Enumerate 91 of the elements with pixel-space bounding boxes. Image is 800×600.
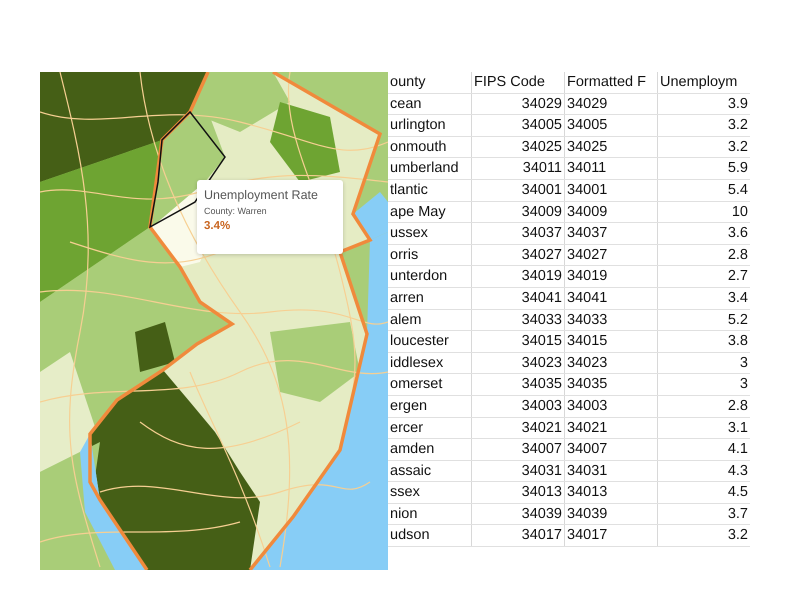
- table-cell: 34013: [565, 482, 658, 503]
- table-cell: arren: [388, 288, 472, 309]
- table-cell-text: 10: [730, 202, 749, 222]
- table-cell: ussex: [388, 223, 472, 244]
- table-cell-text: 4.3: [726, 462, 749, 481]
- table-cell: ercer: [388, 418, 472, 438]
- table-cell: loucester: [388, 331, 472, 352]
- table-cell: 34035: [472, 374, 565, 395]
- table-cell: ape May: [388, 202, 472, 222]
- tooltip-value: 3.4%: [204, 220, 232, 232]
- table-cell: 34029: [472, 94, 565, 114]
- table-cell: onmouth: [388, 136, 472, 158]
- table-cell: 34033: [472, 310, 565, 330]
- table-cell: 34037: [472, 223, 565, 244]
- table-cell: 34041: [472, 288, 565, 309]
- table-cell: cean: [388, 94, 472, 114]
- table-cell-text: 5.9: [726, 159, 749, 178]
- table-cell: nion: [388, 504, 472, 524]
- table-cell: 34023: [565, 352, 658, 374]
- table-cell-text: 4.5: [726, 483, 749, 502]
- table-cell: 34003: [472, 396, 565, 416]
- table-cell: orris: [388, 244, 472, 266]
- table-cell-text: 3.9: [726, 94, 749, 114]
- table-cell: 34031: [565, 460, 658, 482]
- table-cell: 34023: [472, 352, 565, 374]
- table-cell: 34005: [565, 115, 658, 136]
- table-cell-text: 3.1: [726, 418, 749, 438]
- table-cell-text: 3.7: [726, 504, 749, 524]
- table-cell-text: 3.4: [726, 288, 749, 308]
- table-cell: 34001: [472, 180, 565, 201]
- table-cell: 34027: [565, 244, 658, 266]
- table-cell: 34027: [472, 244, 565, 266]
- table-cell: 34041: [565, 288, 658, 309]
- column-header: Formatted F: [565, 72, 658, 93]
- table-cell: 34015: [472, 331, 565, 352]
- tooltip-title: Unemployment Rate: [204, 188, 319, 202]
- table-cell: 34025: [472, 136, 565, 158]
- table-cell: iddlesex: [388, 352, 472, 374]
- table-cell: 34029: [565, 94, 658, 114]
- table-cell: udson: [388, 525, 472, 546]
- table-cell: 34007: [472, 439, 565, 460]
- table-cell-text: 3.8: [726, 332, 749, 352]
- table-cell: 34011: [472, 158, 565, 179]
- table-cell: 34015: [565, 331, 658, 352]
- table-cell: urlington: [388, 115, 472, 136]
- table-cell-text: 4.1: [726, 440, 749, 460]
- table-cell: 34009: [565, 202, 658, 222]
- table-cell-text: 3: [738, 375, 749, 394]
- table-cell: 34013: [472, 482, 565, 503]
- table-cell: ssex: [388, 482, 472, 503]
- table-cell: tlantic: [388, 180, 472, 201]
- table-cell-text: 5.4: [726, 180, 749, 200]
- table-cell: 34001: [565, 180, 658, 201]
- table-cell-text: 5.2: [726, 310, 749, 330]
- table-cell: 34017: [472, 525, 565, 546]
- table-cell: 34037: [565, 223, 658, 244]
- table-cell: assaic: [388, 460, 472, 482]
- table-cell: 34031: [472, 460, 565, 482]
- table-cell: alem: [388, 310, 472, 330]
- table-cell: 34005: [472, 115, 565, 136]
- table-cell: 34035: [565, 374, 658, 395]
- table-cell: ergen: [388, 396, 472, 416]
- table-cell: 34025: [565, 136, 658, 158]
- table-cell-text: 3.2: [726, 526, 749, 546]
- column-header: FIPS Code: [472, 72, 565, 93]
- table-cell: 34019: [472, 266, 565, 287]
- table-cell: amden: [388, 439, 472, 460]
- column-header: Unemploym: [659, 73, 738, 92]
- table-cell: 34033: [565, 310, 658, 330]
- table-cell-text: 3.6: [726, 224, 749, 244]
- table-cell: 34021: [565, 418, 658, 438]
- table-cell-text: 3.2: [726, 138, 749, 157]
- table-cell: unterdon: [388, 266, 472, 287]
- table-cell: 34003: [565, 396, 658, 416]
- table-cell-text: 2.8: [726, 246, 749, 265]
- table-cell: omerset: [388, 374, 472, 395]
- column-header: ounty: [388, 72, 472, 93]
- table-cell: 34039: [472, 504, 565, 524]
- table-cell-text: 2.7: [726, 267, 749, 286]
- table-cell: 34007: [565, 439, 658, 460]
- tooltip-county: County: Warren: [204, 206, 268, 216]
- table-cell: 34017: [565, 525, 658, 546]
- table-cell: 34039: [565, 504, 658, 524]
- table-cell-text: 3.2: [726, 116, 749, 136]
- table-cell: 34021: [472, 418, 565, 438]
- table-cell-text: 2.8: [726, 396, 749, 416]
- table-cell: 34009: [472, 202, 565, 222]
- table-cell: 34019: [565, 266, 658, 287]
- table-cell: umberland: [388, 158, 472, 179]
- table-cell: 34011: [565, 158, 658, 179]
- table-cell-text: 3: [738, 354, 749, 373]
